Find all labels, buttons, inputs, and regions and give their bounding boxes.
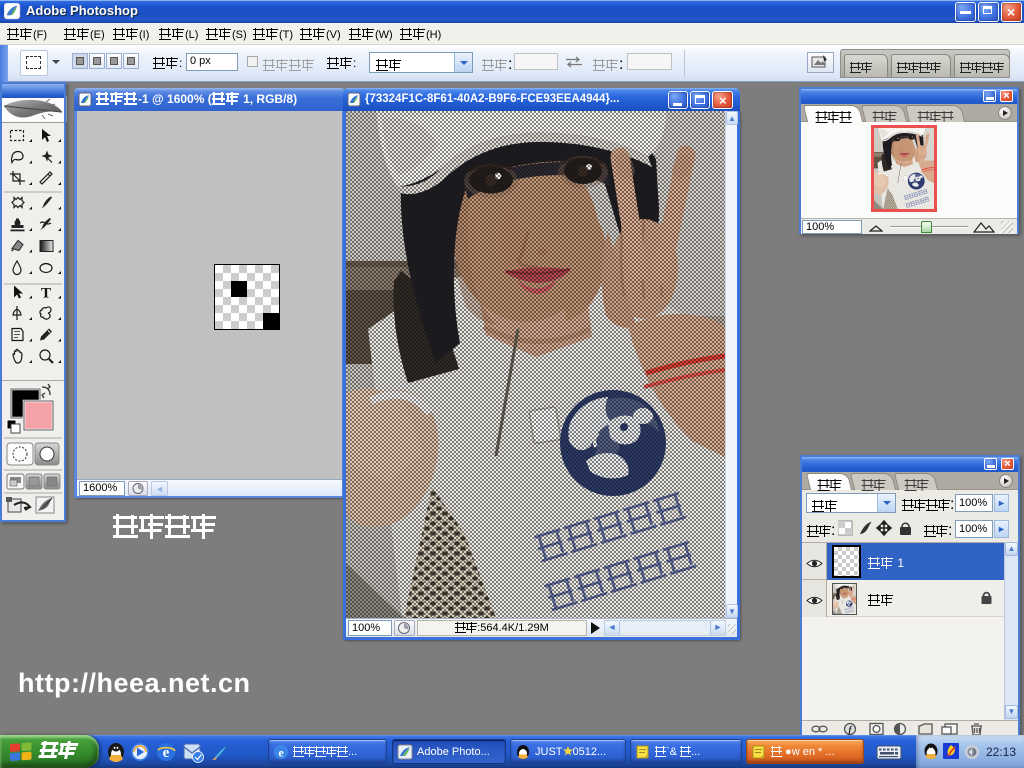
svg-text:e: e bbox=[278, 746, 284, 760]
svg-text:T: T bbox=[41, 286, 51, 302]
